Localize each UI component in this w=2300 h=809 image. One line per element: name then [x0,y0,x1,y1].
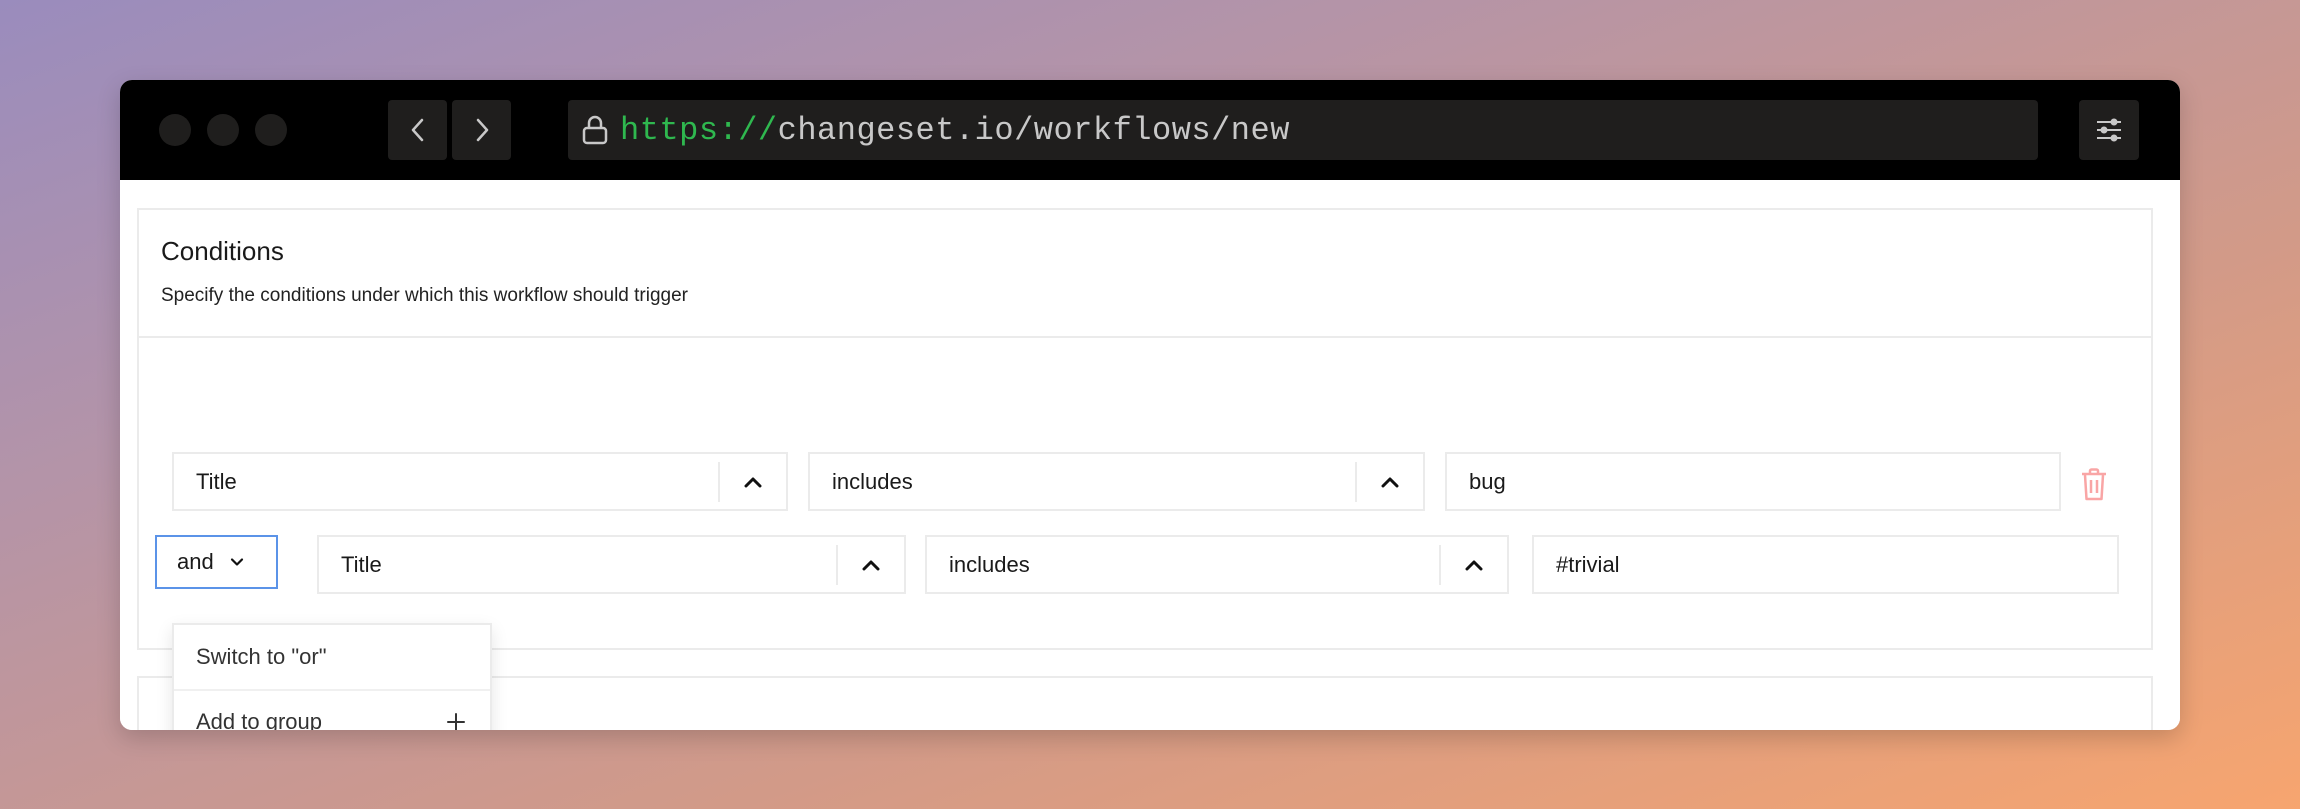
browser-window: https://changeset.io/workflows/new Condi… [120,80,2180,730]
back-button[interactable] [388,100,447,160]
sliders-icon [2097,118,2121,142]
menu-item-switch-to-or[interactable]: Switch to "or" [174,625,490,689]
lock-icon [582,115,608,145]
window-minimize-dot[interactable] [207,114,239,146]
input-value: bug [1469,468,1506,494]
condition-2-value-input[interactable]: #trivial [1532,535,2119,594]
delete-condition-button[interactable] [2080,468,2110,504]
window-close-dot[interactable] [159,114,191,146]
condition-1-field-select[interactable]: Title [172,452,788,511]
section-title: Conditions [161,236,284,266]
connector-menu: Switch to "or" Add to group Remove condi… [172,623,492,730]
select-value: Title [341,551,382,577]
plus-icon [447,713,465,730]
input-value: #trivial [1556,551,1620,577]
settings-button[interactable] [2079,100,2139,160]
url-scheme: https:// [620,111,778,149]
menu-item-add-to-group[interactable]: Add to group [174,689,490,730]
connector-value: and [177,549,214,574]
select-value: includes [949,551,1030,577]
menu-item-label: Add to group [196,709,322,730]
conditions-header: Conditions Specify the conditions under … [139,210,2151,338]
section-description: Specify the conditions under which this … [161,285,688,306]
condition-1-value-input[interactable]: bug [1445,452,2061,511]
trash-icon [2082,468,2106,501]
chevron-up-icon[interactable] [836,544,904,585]
select-value: includes [832,468,913,494]
chevron-up-icon[interactable] [718,461,786,502]
condition-2-operator-select[interactable]: includes [925,535,1509,594]
condition-1-operator-select[interactable]: includes [808,452,1425,511]
connector-select[interactable]: and [155,535,278,589]
chevron-down-icon [230,557,244,567]
window-maximize-dot[interactable] [255,114,287,146]
browser-titlebar: https://changeset.io/workflows/new [120,80,2180,180]
url-path: changeset.io/workflows/new [777,111,1290,149]
chevron-left-icon [411,118,423,142]
forward-button[interactable] [452,100,511,160]
url-text: https://changeset.io/workflows/new [620,112,1290,149]
address-bar[interactable]: https://changeset.io/workflows/new [568,100,2038,160]
chevron-up-icon[interactable] [1355,461,1423,502]
chevron-right-icon [476,118,488,142]
chevron-up-icon[interactable] [1439,544,1507,585]
menu-item-label: Switch to "or" [196,644,327,669]
page-content: Conditions Specify the conditions under … [120,180,2180,730]
select-value: Title [196,468,237,494]
condition-2-field-select[interactable]: Title [317,535,906,594]
